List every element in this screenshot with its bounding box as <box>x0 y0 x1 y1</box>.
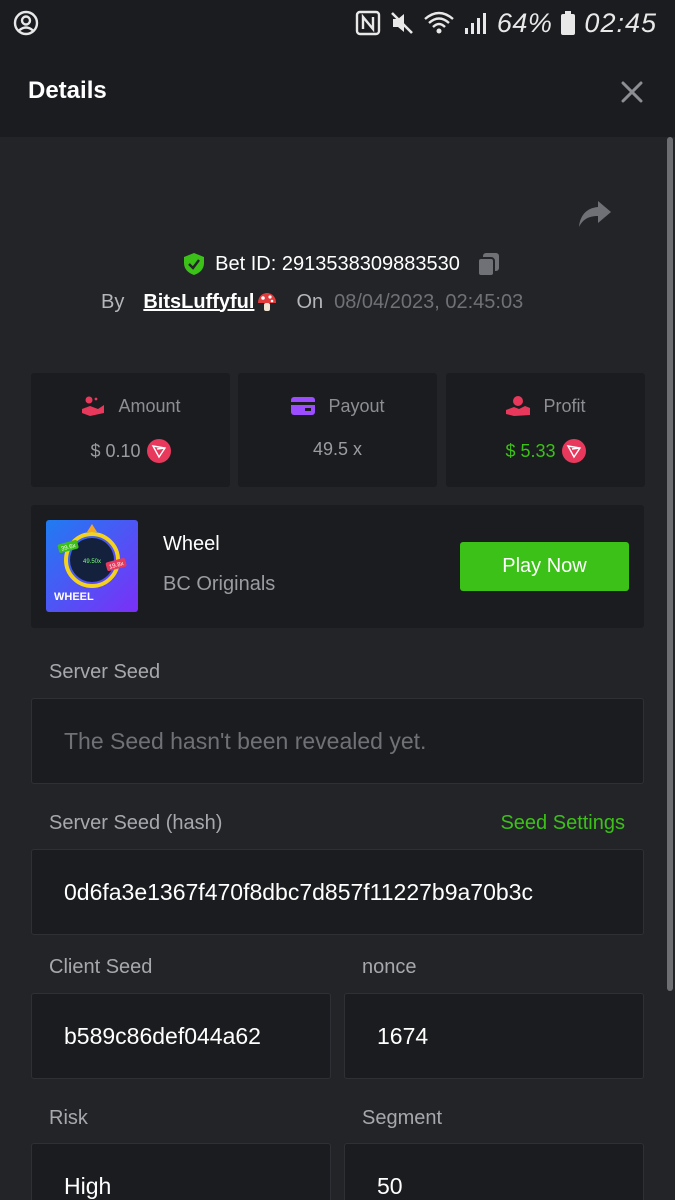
risk-field[interactable]: High <box>31 1143 331 1200</box>
server-seed-label: Server Seed <box>49 661 161 683</box>
details-content[interactable]: Bet ID: 2913538309883530 By BitsLuffyful… <box>0 137 675 1200</box>
share-icon[interactable] <box>578 199 612 229</box>
bet-id-row: Bet ID: 2913538309883530 <box>0 247 675 281</box>
username-link[interactable]: BitsLuffyful <box>143 291 254 314</box>
bet-datetime: 08/04/2023, 02:45:03 <box>334 290 524 313</box>
tron-coin-icon <box>146 439 171 463</box>
server-hash-field[interactable]: 0d6fa3e1367f470f8dbc7d857f11227b9a70b3c <box>31 849 644 935</box>
segment-label: Segment <box>362 1107 443 1129</box>
stat-label: Payout <box>328 395 385 416</box>
nfc-icon <box>355 10 381 36</box>
stat-amount: Amount $ 0.10 <box>31 373 230 487</box>
thumb-title: WHEEL <box>54 591 94 603</box>
risk-label: Risk <box>49 1107 88 1129</box>
status-bar: 64% 02:45 <box>0 0 675 46</box>
profit-hand-icon <box>506 396 531 416</box>
stat-value: $ 0.10 <box>90 440 141 461</box>
on-label: On <box>296 290 324 313</box>
nonce-value: 1674 <box>377 1022 429 1049</box>
server-hash-value: 0d6fa3e1367f470f8dbc7d857f11227b9a70b3c <box>64 878 533 905</box>
game-provider: BC Originals <box>163 573 276 595</box>
stat-label: Amount <box>118 395 181 416</box>
page-title: Details <box>28 77 107 104</box>
account-circle-icon <box>13 10 39 36</box>
by-label: By <box>101 290 125 313</box>
risk-value: High <box>64 1172 112 1199</box>
nonce-label: nonce <box>362 956 417 978</box>
bet-id: Bet ID: 2913538309883530 <box>215 252 460 275</box>
copy-icon[interactable] <box>476 251 502 277</box>
server-seed-field[interactable]: The Seed hasn't been revealed yet. <box>31 698 644 784</box>
client-seed-label: Client Seed <box>49 956 153 978</box>
wifi-icon <box>424 11 454 34</box>
mushroom-icon <box>258 293 277 311</box>
segment-value: 50 <box>377 1172 403 1199</box>
stat-profit: Profit $ 5.33 <box>446 373 645 487</box>
game-thumbnail[interactable]: 39.6x 49.50x 19.8x WHEEL <box>46 520 138 612</box>
clock: 02:45 <box>584 7 657 38</box>
stat-payout: Payout 49.5 x <box>238 373 437 487</box>
signal-icon <box>464 13 486 34</box>
segment-field[interactable]: 50 <box>344 1143 644 1200</box>
close-icon[interactable] <box>619 79 645 105</box>
stat-value: $ 5.33 <box>505 440 556 461</box>
details-header: Details <box>0 46 675 137</box>
stat-value: 49.5 x <box>312 439 363 459</box>
battery-percent: 64% <box>496 7 553 38</box>
coins-hand-icon <box>82 396 105 416</box>
seed-settings-link[interactable]: Seed Settings <box>500 812 625 835</box>
client-seed-value: b589c86def044a62 <box>64 1022 261 1049</box>
mute-icon <box>390 12 413 34</box>
tron-coin-icon <box>561 439 586 463</box>
thumb-badge: 49.50x <box>83 559 101 565</box>
server-seed-value: The Seed hasn't been revealed yet. <box>64 727 427 754</box>
verified-shield-icon <box>184 253 205 275</box>
game-card: 39.6x 49.50x 19.8x WHEEL Wheel BC Origin… <box>31 505 644 628</box>
nonce-field[interactable]: 1674 <box>344 993 644 1079</box>
game-name: Wheel <box>163 533 220 555</box>
play-now-button[interactable]: Play Now <box>460 542 629 591</box>
client-seed-field[interactable]: b589c86def044a62 <box>31 993 331 1079</box>
server-hash-label: Server Seed (hash) <box>49 812 223 834</box>
battery-icon <box>561 11 576 35</box>
stat-label: Profit <box>543 395 586 416</box>
card-icon <box>291 397 316 415</box>
bet-author-row: By BitsLuffyful On 08/04/2023, 02:45:03 <box>101 287 523 317</box>
